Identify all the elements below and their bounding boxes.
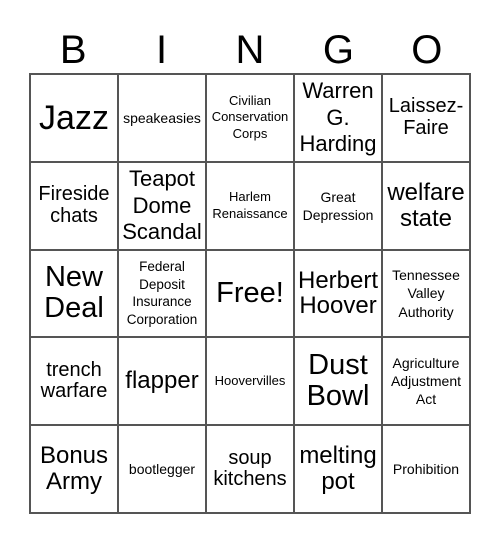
bingo-cell[interactable]: Teapot Dome Scandal <box>118 161 206 250</box>
bingo-cell[interactable]: Laissez-Faire <box>382 74 470 162</box>
bingo-cell[interactable]: Herbert Hoover <box>294 249 382 338</box>
bingo-cell[interactable]: Dust Bowl <box>294 337 382 426</box>
bingo-cell[interactable]: New Deal <box>30 249 118 338</box>
bingo-cell[interactable]: Fireside chats <box>30 161 118 250</box>
bingo-cell[interactable]: Warren G. Harding <box>294 74 382 162</box>
bingo-cell[interactable]: speakeasies <box>118 74 206 162</box>
bingo-cell[interactable]: Agriculture Adjustment Act <box>382 337 470 426</box>
header-letter-o: O <box>411 28 443 72</box>
bingo-cell[interactable]: welfare state <box>382 161 470 250</box>
header-letter-n: N <box>235 28 265 72</box>
bingo-cell[interactable]: Great Depression <box>294 161 382 250</box>
bingo-cell[interactable]: Tennessee Valley Authority <box>382 249 470 338</box>
bingo-cell[interactable]: trench warfare <box>30 337 118 426</box>
bingo-header: B I N G O <box>29 26 471 74</box>
bingo-cell[interactable]: melting pot <box>294 425 382 513</box>
bingo-cell[interactable]: soup kitchens <box>206 425 294 513</box>
header-letter-b: B <box>59 28 87 72</box>
bingo-cell[interactable]: Hoovervilles <box>206 337 294 426</box>
bingo-cell[interactable]: Bonus Army <box>30 425 118 513</box>
bingo-cell[interactable]: Federal Deposit Insurance Corporation <box>118 249 206 338</box>
free-space[interactable]: Free! <box>206 249 294 338</box>
header-letter-i: I <box>156 28 168 72</box>
bingo-cell[interactable]: Harlem Renaissance <box>206 161 294 250</box>
bingo-cell[interactable]: bootlegger <box>118 425 206 513</box>
bingo-card: Jazz speakeasies Civilian Conservation C… <box>29 73 471 514</box>
bingo-cell[interactable]: flapper <box>118 337 206 426</box>
header-letter-g: G <box>322 28 354 72</box>
bingo-cell[interactable]: Civilian Conservation Corps <box>206 74 294 162</box>
bingo-cell[interactable]: Prohibition <box>382 425 470 513</box>
bingo-cell[interactable]: Jazz <box>30 74 118 162</box>
